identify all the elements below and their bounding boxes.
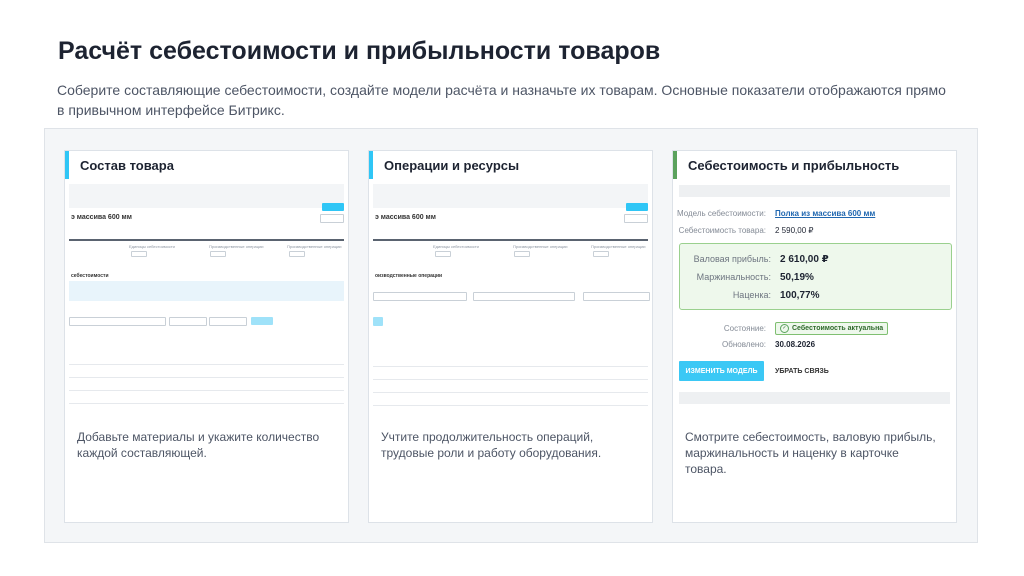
margin-value: 50,19% bbox=[780, 272, 814, 283]
card-product-composition: Состав товара э массива 600 мм Единицы с… bbox=[64, 150, 349, 523]
page-subtitle: Соберите составляющие себестоимости, соз… bbox=[57, 82, 946, 118]
cost-label: Себестоимость товара: bbox=[678, 226, 766, 235]
margin-label: Маржинальность: bbox=[696, 272, 771, 282]
mini-step-2: Производственные операции bbox=[513, 244, 568, 249]
gross-value: 2 610,00 ₽ bbox=[780, 254, 829, 265]
state-label: Состояние: bbox=[723, 324, 766, 333]
updated-label: Обновлено: bbox=[722, 340, 766, 349]
mini-step-1: Единицы себестоимости bbox=[129, 244, 175, 249]
mini-section-title: оизводственные операции bbox=[375, 273, 443, 279]
mini-product-name: э массива 600 мм bbox=[375, 214, 436, 221]
card-description: Учтите продолжительность операций, трудо… bbox=[381, 430, 602, 460]
updated-value: 30.08.2026 bbox=[775, 340, 816, 349]
card-cost-profitability: Себестоимость и прибыльность Модель себе… bbox=[672, 150, 957, 523]
mini-section-title: себестоимости bbox=[71, 273, 109, 279]
mini-step-2: Производственные операции bbox=[209, 244, 264, 249]
card-title: Состав товара bbox=[65, 151, 348, 179]
status-badge-text: Себестоимость актуальна bbox=[792, 325, 884, 332]
edit-model-button[interactable]: ИЗМЕНИТЬ МОДЕЛЬ bbox=[679, 361, 764, 381]
card-description: Смотрите себестоимость, валовую прибыль,… bbox=[685, 430, 936, 476]
markup-label: Наценка: bbox=[732, 290, 771, 300]
card-operations-resources: Операции и ресурсы э массива 600 мм Един… bbox=[368, 150, 653, 523]
unlink-button[interactable]: УБРАТЬ СВЯЗЬ bbox=[775, 361, 829, 381]
mini-step-3: Производственные операции bbox=[287, 244, 342, 249]
state-row: Состояние: ✓ Себестоимость актуальна bbox=[673, 322, 933, 335]
mini-screenshot-operations: э массива 600 мм Единицы себестоимости П… bbox=[373, 184, 650, 412]
profit-box: Валовая прибыль: 2 610,00 ₽ Маржинальнос… bbox=[679, 243, 952, 310]
markup-value: 100,77% bbox=[780, 290, 820, 301]
mini-product-name: э массива 600 мм bbox=[71, 214, 132, 221]
cost-row: Себестоимость товара: 2 590,00 ₽ bbox=[673, 226, 933, 235]
model-label: Модель себестоимости: bbox=[676, 209, 766, 218]
mini-step-3: Производственные операции bbox=[591, 244, 646, 249]
mini-step-1: Единицы себестоимости bbox=[433, 244, 479, 249]
check-icon: ✓ bbox=[780, 324, 789, 333]
card-description: Добавьте материалы и укажите количество … bbox=[77, 430, 320, 460]
card-title: Операции и ресурсы bbox=[369, 151, 652, 179]
mini-screenshot-composition: э массива 600 мм Единицы себестоимости П… bbox=[69, 184, 344, 412]
updated-row: Обновлено: 30.08.2026 bbox=[673, 340, 933, 349]
page-title: Расчёт себестоимости и прибыльности това… bbox=[58, 37, 661, 65]
model-link[interactable]: Полка из массива 600 мм bbox=[775, 209, 875, 218]
card-topbar bbox=[679, 185, 950, 197]
model-row: Модель себестоимости: Полка из массива 6… bbox=[673, 209, 933, 218]
card-title: Себестоимость и прибыльность bbox=[673, 151, 956, 179]
gross-label: Валовая прибыль: bbox=[693, 254, 771, 264]
status-badge: ✓ Себестоимость актуальна bbox=[775, 322, 889, 335]
card-bottombar bbox=[679, 392, 950, 404]
cost-value: 2 590,00 ₽ bbox=[775, 226, 814, 235]
